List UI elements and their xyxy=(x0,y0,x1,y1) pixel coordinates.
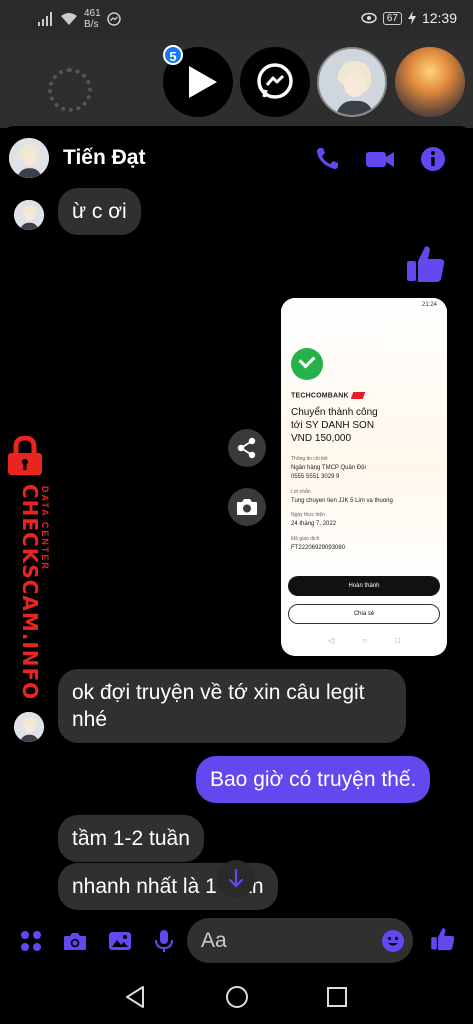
share-icon xyxy=(237,437,256,459)
clock: 12:39 xyxy=(421,10,457,26)
bank-logo: TECHCOMBANK xyxy=(291,392,366,400)
thumbs-up-icon[interactable] xyxy=(405,243,447,285)
gear-icon xyxy=(48,68,92,112)
receipt-status-time: 21:24 xyxy=(421,302,437,308)
message-bubble[interactable]: ừ c ơi xyxy=(58,188,141,235)
receipt-line1: Chuyển thành công xyxy=(291,407,378,418)
composer: Aa xyxy=(0,912,473,970)
watermark-sub: DATA CENTER xyxy=(40,486,50,571)
signal-icon xyxy=(38,12,52,26)
lock-icon xyxy=(8,436,42,475)
messenger-notification-icon xyxy=(106,12,121,26)
receipt-account: 0555 5551 3029 9 xyxy=(291,474,340,480)
menu-dots-icon[interactable] xyxy=(18,928,44,954)
avatar-illustration xyxy=(9,138,49,178)
receipt-code: FT22206929093080 xyxy=(291,545,346,551)
battery-level: 67 xyxy=(382,11,402,25)
bank-name: TECHCOMBANK xyxy=(291,392,349,400)
receipt-date: 24 tháng 7, 2022 xyxy=(291,521,337,527)
chat-head-badge: 5 xyxy=(163,45,183,65)
receipt-code-label: Mã giao dịch xyxy=(291,536,320,542)
receipt-done-button: Hoàn thành xyxy=(288,576,440,596)
bank-mark-icon xyxy=(350,392,366,399)
chat-head-messenger[interactable] xyxy=(240,47,310,117)
receipt-line2: tới SY DANH SON xyxy=(291,420,375,431)
eye-icon xyxy=(361,12,377,24)
message-bubble-outgoing[interactable]: Bao giờ có truyện thế. xyxy=(196,756,431,803)
message-input[interactable]: Aa xyxy=(187,918,413,963)
watermark: CHECKSCAM.INFO DATA CENTER xyxy=(0,434,58,700)
message-bubble[interactable]: ok đợi truyện về tớ xin câu legit nhé xyxy=(58,669,406,743)
chat-header: Tiến Đạt xyxy=(0,126,473,190)
wifi-icon xyxy=(61,13,77,25)
receipt-date-label: Ngày thực hiện xyxy=(291,512,325,518)
system-nav-bar xyxy=(0,970,473,1024)
image-message[interactable]: 21:24 TECHCOMBANK Chuyển thành công tới … xyxy=(281,298,447,656)
home-icon[interactable] xyxy=(224,984,250,1010)
network-speed-value: 461 xyxy=(84,8,101,19)
arrow-down-icon xyxy=(228,868,244,888)
receipt-bank-name: Ngân hàng TMCP Quân Đội xyxy=(291,465,366,471)
phone-icon[interactable] xyxy=(312,144,342,174)
camera-icon xyxy=(237,499,257,515)
chat-head-contact[interactable] xyxy=(317,47,387,117)
status-right: 67 12:39 xyxy=(361,10,457,26)
save-image-button[interactable] xyxy=(228,488,266,526)
avatar[interactable] xyxy=(14,712,44,742)
receipt-section-title: Thông tin chi tiết xyxy=(291,456,328,462)
avatar-illustration xyxy=(14,712,44,742)
receipt-note: Tung chuyen tien JJK 5 Lim va thuong xyxy=(291,498,393,504)
home-icon: ○ xyxy=(362,636,368,645)
charging-icon xyxy=(407,11,416,25)
recents-icon[interactable] xyxy=(324,984,350,1010)
receipt-note-label: Lời nhắn xyxy=(291,489,311,495)
microphone-icon[interactable] xyxy=(151,928,177,954)
message-text-line: ok đợi truyện về tớ xin câu legit xyxy=(72,681,365,704)
network-speed-unit: B/s xyxy=(84,19,99,30)
status-left: 461 B/s xyxy=(38,8,121,30)
chat-window: Tiến Đạt ừ c ơi 21:24 TECHCOMBANK Chuyển… xyxy=(0,126,473,970)
info-icon[interactable] xyxy=(418,144,448,174)
recents-icon: □ xyxy=(395,636,400,645)
avatar[interactable] xyxy=(14,200,44,230)
back-icon[interactable] xyxy=(123,984,149,1010)
messenger-icon xyxy=(257,63,293,99)
watermark-main: CHECKSCAM.INFO xyxy=(18,484,42,701)
thumbs-up-icon[interactable] xyxy=(430,926,456,952)
image-icon[interactable] xyxy=(107,928,133,954)
back-icon: ◁ xyxy=(328,636,335,645)
video-call-icon[interactable] xyxy=(364,144,396,174)
success-check-icon xyxy=(291,348,323,380)
camera-icon[interactable] xyxy=(62,928,88,954)
chat-head-group[interactable] xyxy=(395,47,465,117)
message-bubble[interactable]: tầm 1-2 tuần xyxy=(58,815,204,862)
message-input-placeholder: Aa xyxy=(201,929,227,952)
status-bar: 461 B/s 67 12:39 xyxy=(0,0,473,40)
message-text-line: nhé xyxy=(72,708,108,731)
contact-name[interactable]: Tiến Đạt xyxy=(63,146,145,170)
emoji-icon[interactable] xyxy=(381,929,405,953)
receipt-amount: VND 150,000 xyxy=(291,433,352,444)
share-button[interactable] xyxy=(228,429,266,467)
scroll-to-bottom-button[interactable] xyxy=(217,860,255,898)
avatar-illustration xyxy=(14,200,44,230)
avatar[interactable] xyxy=(9,138,49,178)
receipt-share-button: Chia sẻ xyxy=(288,604,440,624)
receipt-nav-bar: ◁ ○ □ xyxy=(281,636,447,645)
